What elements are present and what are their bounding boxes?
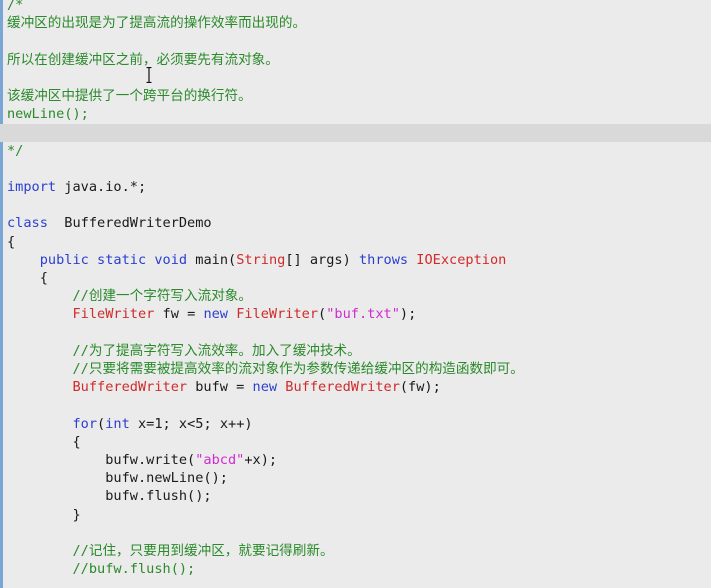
code-line[interactable]: 所以在创建缓冲区之前，必须要先有流对象。 [7,51,279,69]
code-line[interactable]: bufw.flush(); [7,487,212,505]
code-token: ( [318,306,327,323]
code-token: BufferedWriter [285,379,400,396]
code-token: { [7,433,81,450]
code-line[interactable]: BufferedWriter bufw = new BufferedWriter… [7,378,441,396]
code-token: String [236,251,286,268]
code-line[interactable]: bufw.write("abcd"+x); [7,451,277,469]
code-token: "buf.txt" [326,306,400,323]
code-token: new [203,306,228,323]
code-line[interactable]: //只要将需要被提高效率的流对象作为参数传递给缓冲区的构造函数即可。 [7,360,524,378]
code-line[interactable]: for(int x=1; x<5; x++) [7,415,253,433]
code-line[interactable]: newLine(); [7,105,89,123]
code-token: bufw = [187,379,253,396]
code-token: //只要将需要被提高效率的流对象作为参数传递给缓冲区的构造函数即可。 [72,361,524,377]
code-token: IOException [416,251,507,268]
code-line[interactable]: { [7,433,81,451]
code-token: ( [97,415,106,432]
code-line[interactable]: { [7,233,15,251]
code-token: public [39,251,89,268]
code-token: (fw); [399,379,441,396]
code-line[interactable]: 该缓冲区中提供了一个跨平台的换行符。 [7,87,252,105]
code-line[interactable]: class BufferedWriterDemo [7,214,212,232]
code-line[interactable]: */ [7,142,23,160]
code-token: { [7,233,16,250]
code-token: //为了提高字符写入流效率。加入了缓冲技术。 [72,342,361,359]
code-token: bufw.newLine(); [7,470,228,487]
code-token: bufw.flush(); [7,488,212,505]
code-line[interactable]: //创建一个字符写入流对象。 [7,287,252,305]
code-token: { [7,270,48,286]
gutter-stripe [0,0,3,588]
code-token: main( [187,251,237,268]
code-line[interactable]: public static void main(String[] args) t… [7,251,507,269]
code-line[interactable]: import java.io.*; [7,178,146,196]
code-token: } [7,506,81,523]
code-token: newLine(); [7,106,89,123]
code-token: x=1; x<5; x++) [129,415,253,432]
code-line[interactable]: 缓冲区的出现是为了提高流的操作效率而出现的。 [7,14,306,32]
code-token: static [97,251,147,268]
code-token: 该缓冲区中提供了一个跨平台的换行符。 [7,88,252,104]
code-line[interactable]: { [7,269,48,287]
code-token: bufw.write( [7,452,196,468]
code-line[interactable]: FileWriter fw = new FileWriter("buf.txt"… [7,305,416,323]
code-token: FileWriter [236,306,319,323]
code-token: ); [399,306,417,323]
code-token: new [252,379,278,396]
code-line[interactable]: //bufw.flush(); [7,560,195,578]
code-token: void [154,251,188,268]
code-line[interactable]: //为了提高字符写入流效率。加入了缓冲技术。 [7,342,361,360]
code-token: 缓冲区的出现是为了提高流的操作效率而出现的。 [7,15,307,32]
code-token: +x); [244,452,278,468]
code-token: /* [7,0,24,13]
code-line[interactable]: /* [7,0,23,14]
code-token: */ [7,142,24,159]
code-token: BufferedWriterDemo [47,215,212,232]
i-beam-icon [146,67,152,83]
code-token: import [7,179,57,195]
code-token: "abcd" [195,452,245,468]
code-line[interactable]: //记住，只要用到缓冲区，就要记得刷新。 [7,542,334,560]
code-token: //创建一个字符写入流对象。 [72,288,252,305]
code-editor[interactable]: /* 缓冲区的出现是为了提高流的操作效率而出现的。 所以在创建缓冲区之前，必须要先有… [0,0,711,588]
code-token: //bufw.flush(); [72,561,196,578]
code-token: 所以在创建缓冲区之前，必须要先有流对象。 [7,51,279,68]
code-token: for [72,415,98,432]
code-token: throws [358,251,409,268]
code-token: java.io.*; [56,179,147,195]
code-token: FileWriter [72,306,155,323]
code-token: fw = [154,306,204,323]
code-token: class [7,215,48,232]
code-area[interactable]: /* 缓冲区的出现是为了提高流的操作效率而出现的。 所以在创建缓冲区之前，必须要先有… [7,0,711,588]
code-line[interactable]: } [7,506,81,524]
code-token: int [105,415,130,432]
code-token: BufferedWriter [72,379,188,396]
code-token: //记住，只要用到缓冲区，就要记得刷新。 [72,543,334,559]
code-line[interactable]: bufw.newLine(); [7,469,228,487]
code-token: [] args) [285,251,359,268]
